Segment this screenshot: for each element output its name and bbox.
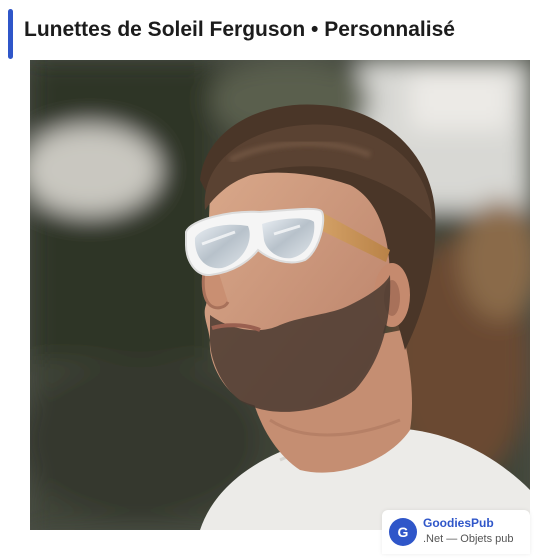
page-title: Lunettes de Soleil Ferguson • Personnali… [24,18,455,41]
brand-badge[interactable]: G GoodiesPub .Net — Objets pub [382,510,530,554]
title-accent-bar [8,9,13,59]
brand-logo-icon: G [389,518,417,546]
product-image [30,60,530,530]
brand-tagline: .Net — Objets pub [423,533,514,545]
brand-name: GoodiesPub [423,516,494,530]
